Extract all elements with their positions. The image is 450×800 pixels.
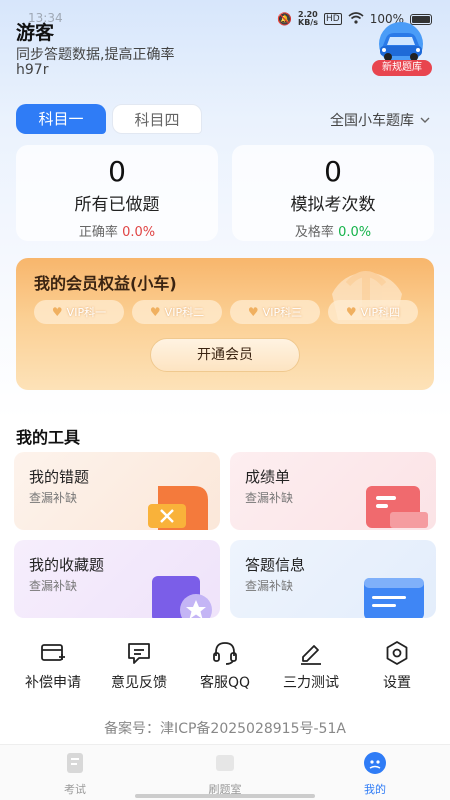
- user-name[interactable]: 游客: [16, 18, 54, 45]
- user-tagline[interactable]: 同步答题数据,提高正确率: [16, 44, 174, 64]
- vip-badge-label: VIP科一: [66, 306, 107, 319]
- user-id: h97r: [16, 62, 49, 78]
- heart-icon: ♥: [51, 305, 63, 319]
- accuracy-label: 正确率: [78, 225, 118, 240]
- tool-subtitle: 查漏补缺: [245, 579, 294, 593]
- new-rules-label: 新规题库: [372, 60, 432, 76]
- stat-done-rate: 正确率 0.0%: [16, 221, 218, 240]
- answer-info-icon: [364, 578, 424, 618]
- settings-icon: [386, 641, 408, 665]
- tab-subject-one[interactable]: 科目一: [16, 104, 106, 134]
- wrong-book-icon: [148, 486, 208, 530]
- network-speed-unit: KB/s: [298, 18, 318, 27]
- quick-label: 补偿申请: [25, 675, 81, 691]
- chevron-down-icon: [420, 117, 430, 123]
- question-bank-label: 全国小车题库: [330, 113, 414, 129]
- bottom-nav: 考试 刷题室 我的: [0, 744, 450, 800]
- stat-card-done[interactable]: 0 所有已做题 正确率 0.0%: [16, 145, 218, 241]
- nav-label: 我的: [364, 783, 386, 796]
- vip-title: 我的会员权益(小车): [34, 274, 177, 293]
- heart-icon: ♥: [247, 305, 259, 319]
- stat-done-value: 0: [108, 155, 126, 188]
- report-card-icon: [366, 486, 428, 528]
- vip-badge-label: VIP科二: [164, 306, 205, 319]
- tool-title: 成绩单: [245, 468, 291, 486]
- nav-exam[interactable]: 考试: [0, 745, 150, 800]
- chat-icon: [128, 643, 150, 664]
- nav-label: 考试: [64, 783, 86, 796]
- heart-icon: ♥: [149, 305, 161, 319]
- nav-mine[interactable]: 我的: [300, 745, 450, 800]
- vip-badge-label: VIP科三: [262, 306, 303, 319]
- network-speed: 2.20 KB/s: [298, 11, 318, 27]
- pass-rate-value: 0.0%: [338, 225, 372, 240]
- tool-subtitle: 查漏补缺: [29, 579, 78, 593]
- vip-badge-subject-two[interactable]: ♥ VIP科二: [132, 300, 222, 324]
- quick-actions: 补偿申请 意见反馈 客服QQ 三力测试 设置: [0, 640, 450, 692]
- icp-record[interactable]: 备案号：津ICP备2025028915号-51A: [0, 718, 450, 738]
- profile-icon: [364, 752, 386, 774]
- three-abilities-test-button[interactable]: 三力测试: [268, 640, 354, 692]
- tool-report-card[interactable]: 成绩单 查漏补缺: [230, 452, 436, 530]
- practice-icon: [216, 755, 234, 771]
- feedback-button[interactable]: 意见反馈: [96, 640, 182, 692]
- accuracy-value: 0.0%: [122, 225, 156, 240]
- stat-card-mock[interactable]: 0 模拟考次数 及格率 0.0%: [232, 145, 434, 241]
- tool-title: 答题信息: [245, 556, 306, 574]
- tool-favorites[interactable]: 我的收藏题 查漏补缺: [14, 540, 220, 618]
- tool-title: 我的错题: [29, 468, 90, 486]
- vip-badge-subject-one[interactable]: ♥ VIP科一: [34, 300, 124, 324]
- vip-badge-row: ♥ VIP科一 ♥ VIP科二 ♥ VIP科三 ♥ VIP科四: [34, 300, 418, 324]
- tool-subtitle: 查漏补缺: [29, 491, 78, 505]
- vip-badge-subject-three[interactable]: ♥ VIP科三: [230, 300, 320, 324]
- quick-label: 意见反馈: [111, 675, 167, 691]
- stat-done-title: 所有已做题: [74, 195, 160, 215]
- vip-card: 我的会员权益(小车) ♥ VIP科一 ♥ VIP科二 ♥ VIP科三 ♥ VIP科四 开…: [16, 258, 434, 390]
- quick-label: 客服QQ: [199, 675, 251, 691]
- quick-label: 设置: [383, 675, 411, 691]
- tool-answer-info[interactable]: 答题信息 查漏补缺: [230, 540, 436, 618]
- hd-icon: HD: [323, 13, 342, 25]
- heart-icon: ♥: [345, 305, 357, 319]
- home-indicator[interactable]: [135, 794, 315, 798]
- compensation-request-button[interactable]: 补偿申请: [10, 640, 96, 692]
- tool-wrong-questions[interactable]: 我的错题 查漏补缺: [14, 452, 220, 530]
- customer-service-qq-button[interactable]: 客服QQ: [182, 640, 268, 692]
- tool-subtitle: 查漏补缺: [245, 491, 294, 505]
- mute-icon: 🔕: [277, 12, 292, 26]
- tool-title: 我的收藏题: [29, 556, 105, 574]
- headset-icon: [213, 642, 237, 665]
- vip-badge-label: VIP科四: [360, 306, 401, 319]
- stat-mock-value: 0: [324, 155, 342, 188]
- tab-subject-four[interactable]: 科目四: [112, 104, 202, 134]
- quick-label: 三力测试: [283, 675, 339, 691]
- new-rules-badge[interactable]: 新规题库: [368, 20, 434, 76]
- nav-practice-room[interactable]: 刷题室: [150, 745, 300, 800]
- card-add-icon: [41, 644, 65, 661]
- open-membership-button[interactable]: 开通会员: [150, 338, 300, 372]
- subject-tabs: 科目一 科目四: [16, 104, 202, 134]
- tools-section-title: 我的工具: [16, 428, 81, 447]
- exam-icon: [67, 753, 83, 773]
- wifi-icon: [348, 11, 364, 27]
- stat-mock-title: 模拟考次数: [290, 195, 376, 215]
- pencil-icon: [301, 645, 321, 665]
- settings-button[interactable]: 设置: [354, 640, 440, 692]
- question-bank-select[interactable]: 全国小车题库: [330, 110, 430, 130]
- star-folder-icon: [152, 576, 212, 618]
- stat-mock-rate: 及格率 0.0%: [232, 221, 434, 240]
- pass-rate-label: 及格率: [294, 225, 334, 240]
- vip-badge-subject-four[interactable]: ♥ VIP科四: [328, 300, 418, 324]
